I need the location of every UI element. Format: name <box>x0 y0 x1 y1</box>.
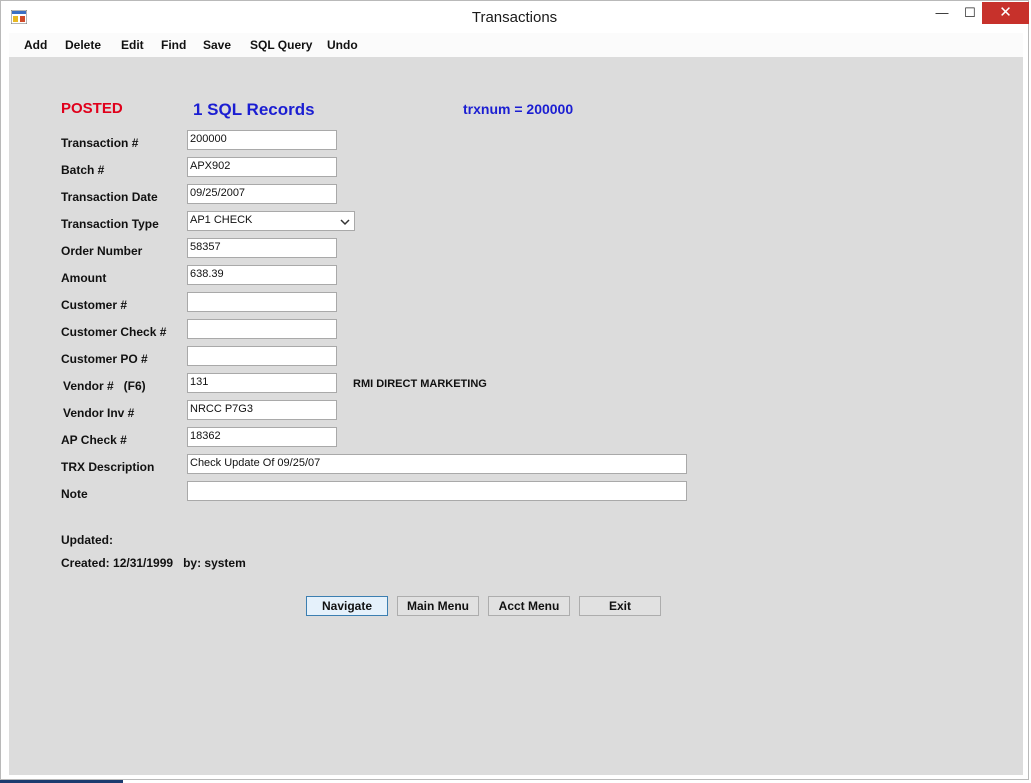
title-bar[interactable]: Transactions — ☐ ✕ <box>1 1 1029 33</box>
transaction-type-label: Transaction Type <box>61 217 159 231</box>
menu-sql-query[interactable]: SQL Query <box>250 38 312 52</box>
transaction-type-value: AP1 CHECK <box>190 214 253 226</box>
menu-edit[interactable]: Edit <box>121 38 144 52</box>
amount-label: Amount <box>61 271 107 285</box>
close-button[interactable]: ✕ <box>982 2 1029 24</box>
order-number-label: Order Number <box>61 244 143 258</box>
menu-undo[interactable]: Undo <box>327 38 358 52</box>
transactions-window: Transactions — ☐ ✕ Add Delete Edit Find … <box>0 0 1029 780</box>
trxnum-indicator: trxnum = 200000 <box>463 101 574 117</box>
menu-bar: Add Delete Edit Find Save SQL Query Undo <box>9 33 1023 57</box>
transaction-type-select[interactable]: AP1 CHECK <box>187 211 355 231</box>
transaction-date-field[interactable]: 09/25/2007 <box>187 184 337 204</box>
customer-num-field[interactable] <box>187 292 337 312</box>
trx-description-label: TRX Description <box>61 460 155 474</box>
acct-menu-button[interactable]: Acct Menu <box>488 596 570 616</box>
exit-button[interactable]: Exit <box>579 596 661 616</box>
transaction-date-label: Transaction Date <box>61 190 158 204</box>
customer-po-label: Customer PO # <box>61 352 148 366</box>
customer-num-label: Customer # <box>61 298 128 312</box>
menu-delete[interactable]: Delete <box>65 38 101 52</box>
customer-check-field[interactable] <box>187 319 337 339</box>
vendor-num-field[interactable]: 131 <box>187 373 337 393</box>
main-menu-button[interactable]: Main Menu <box>397 596 479 616</box>
menu-save[interactable]: Save <box>203 38 231 52</box>
chevron-down-icon <box>340 219 350 226</box>
sql-record-count: 1 SQL Records <box>193 100 315 119</box>
vendor-name: RMI DIRECT MARKETING <box>353 378 487 390</box>
ap-check-label: AP Check # <box>61 433 127 447</box>
minimize-button[interactable]: — <box>925 2 959 24</box>
trx-description-field[interactable]: Check Update Of 09/25/07 <box>187 454 687 474</box>
menu-find[interactable]: Find <box>161 38 186 52</box>
transaction-num-field[interactable]: 200000 <box>187 130 337 150</box>
updated-info: Updated: <box>61 533 113 547</box>
window-title: Transactions <box>471 9 558 26</box>
form-area: POSTED 1 SQL Records trxnum = 200000 Tra… <box>9 57 1023 775</box>
batch-num-label: Batch # <box>61 163 105 177</box>
ap-check-field[interactable]: 18362 <box>187 427 337 447</box>
vendor-inv-label: Vendor Inv # <box>63 406 135 420</box>
created-info: Created: 12/31/1999 by: system <box>61 556 246 570</box>
maximize-button[interactable]: ☐ <box>955 2 985 24</box>
note-field[interactable] <box>187 481 687 501</box>
vendor-num-label: Vendor # (F6) <box>63 379 146 393</box>
amount-field[interactable]: 638.39 <box>187 265 337 285</box>
navigate-button[interactable]: Navigate <box>306 596 388 616</box>
order-number-field[interactable]: 58357 <box>187 238 337 258</box>
menu-add[interactable]: Add <box>24 38 47 52</box>
customer-po-field[interactable] <box>187 346 337 366</box>
customer-check-label: Customer Check # <box>61 325 167 339</box>
note-label: Note <box>61 487 88 501</box>
batch-num-field[interactable]: APX902 <box>187 157 337 177</box>
transaction-num-label: Transaction # <box>61 136 139 150</box>
vendor-inv-field[interactable]: NRCC P7G3 <box>187 400 337 420</box>
posted-status: POSTED <box>61 100 123 117</box>
